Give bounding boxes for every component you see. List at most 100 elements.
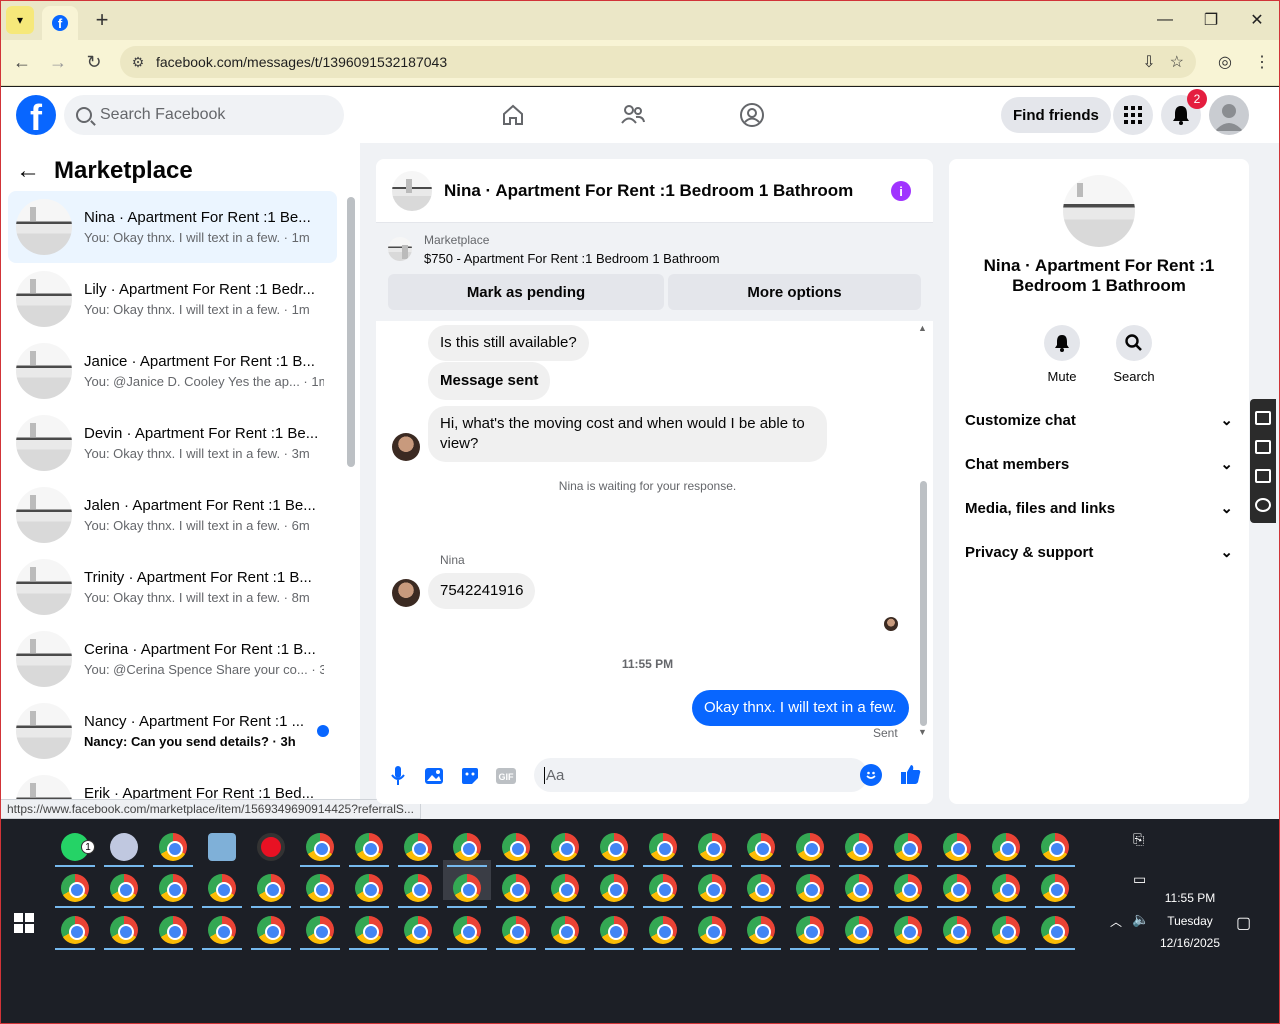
sticker-icon[interactable] <box>460 766 480 786</box>
chrome-profile-icon[interactable] <box>453 916 481 944</box>
scroll-down-icon[interactable]: ▼ <box>918 727 927 737</box>
chrome-profile-icon[interactable] <box>796 916 824 944</box>
customize-chat-row[interactable]: Customize chat ⌄ <box>965 398 1233 442</box>
search-input[interactable]: Search Facebook <box>64 95 344 135</box>
chat-title[interactable]: Nina · Apartment For Rent :1 Bedroom 1 B… <box>444 181 853 201</box>
minimize-button[interactable]: — <box>1142 0 1188 40</box>
chrome-profile-icon[interactable] <box>110 916 138 944</box>
conversation-item[interactable]: Trinity · Apartment For Rent :1 B... You:… <box>8 551 337 623</box>
scroll-up-icon[interactable]: ▲ <box>918 323 927 333</box>
conversation-item[interactable]: Lily · Apartment For Rent :1 Bedr... You:… <box>8 263 337 335</box>
chat-members-row[interactable]: Chat members ⌄ <box>965 442 1233 486</box>
restore-button[interactable]: ❐ <box>1188 0 1234 40</box>
show-hidden-icons-chevron-icon[interactable]: ︿ <box>1110 913 1122 930</box>
chrome-profile-icon[interactable] <box>698 833 726 861</box>
chat-scrollbar[interactable] <box>920 481 927 726</box>
chrome-profile-icon[interactable] <box>502 874 530 902</box>
chrome-profile-icon[interactable] <box>698 874 726 902</box>
reload-button[interactable]: ↻ <box>76 52 112 73</box>
chrome-profile-icon[interactable] <box>600 833 628 861</box>
chrome-profile-icon[interactable] <box>845 916 873 944</box>
browser-tab-facebook[interactable]: f <box>42 6 78 40</box>
chat-avatar[interactable] <box>392 170 432 211</box>
thumbs-up-icon[interactable] <box>900 763 922 785</box>
menu-grid-icon[interactable] <box>1113 95 1153 135</box>
conversation-item[interactable]: Jalen · Apartment For Rent :1 Be... You: … <box>8 479 337 551</box>
chrome-profile-icon[interactable] <box>306 874 334 902</box>
conversation-item[interactable]: Devin · Apartment For Rent :1 Be... You: … <box>8 407 337 479</box>
chrome-profile-icon[interactable] <box>992 916 1020 944</box>
conversation-item[interactable]: Janice · Apartment For Rent :1 B... You: … <box>8 335 337 407</box>
chrome-profile-icon[interactable] <box>355 916 383 944</box>
photo-icon[interactable] <box>424 766 444 786</box>
search-in-conversation-button[interactable]: Search <box>1104 325 1164 384</box>
close-window-button[interactable]: ✕ <box>1234 0 1280 40</box>
install-app-icon[interactable]: ⇩ <box>1142 52 1155 72</box>
snipping-tool-icon[interactable] <box>110 833 138 861</box>
new-tab-button[interactable]: + <box>88 7 116 33</box>
chrome-profile-icon[interactable] <box>649 874 677 902</box>
chrome-profile-icon[interactable] <box>943 916 971 944</box>
chrome-profile-icon[interactable] <box>894 916 922 944</box>
meet-now-icon[interactable]: ⎘ <box>1133 831 1144 848</box>
chrome-profile-icon[interactable] <box>894 833 922 861</box>
mute-button[interactable]: Mute <box>1032 325 1092 384</box>
emoji-icon[interactable] <box>860 764 882 786</box>
chrome-profile-icon[interactable] <box>600 874 628 902</box>
account-avatar[interactable] <box>1209 95 1249 135</box>
settings-gear-icon[interactable] <box>1255 497 1271 512</box>
notifications-button[interactable]: 2 <box>1161 89 1207 135</box>
chrome-profile-icon[interactable] <box>502 916 530 944</box>
find-friends-button[interactable]: Find friends <box>1001 97 1111 133</box>
more-options-button[interactable]: More options <box>668 274 921 310</box>
chrome-profile-icon[interactable] <box>796 874 824 902</box>
conversation-item[interactable]: Nina · Apartment For Rent :1 Be... You: O… <box>8 191 337 263</box>
home-icon[interactable] <box>497 99 529 131</box>
chrome-profile-icon[interactable] <box>159 916 187 944</box>
chrome-profile-icon[interactable] <box>453 874 481 902</box>
chrome-profile-icon[interactable] <box>600 916 628 944</box>
conversation-item[interactable]: Cerina · Apartment For Rent :1 B... You: … <box>8 623 337 695</box>
privacy-support-row[interactable]: Privacy & support ⌄ <box>965 530 1233 574</box>
chrome-profile-icon[interactable] <box>992 833 1020 861</box>
chrome-profile-icon[interactable] <box>208 874 236 902</box>
notification-center-icon[interactable]: ▢ <box>1236 913 1251 933</box>
record-icon[interactable] <box>257 833 285 861</box>
message-input[interactable]: Aa <box>534 758 868 792</box>
chrome-profile-icon[interactable] <box>306 916 334 944</box>
chrome-profile-icon[interactable] <box>747 833 775 861</box>
media-files-links-row[interactable]: Media, files and links ⌄ <box>965 486 1233 530</box>
chrome-profile-icon[interactable] <box>1041 833 1069 861</box>
back-button[interactable]: ← <box>4 52 40 73</box>
listing-thumbnail[interactable] <box>388 237 412 261</box>
forward-button[interactable]: → <box>40 52 76 73</box>
volume-icon[interactable]: 🔈 <box>1132 911 1149 928</box>
chrome-profile-icon[interactable] <box>747 874 775 902</box>
conversation-item[interactable]: Nancy · Apartment For Rent :1 ... Nancy: … <box>8 695 337 767</box>
camera-icon[interactable] <box>1255 410 1271 425</box>
sender-avatar[interactable] <box>392 433 420 461</box>
chrome-profile-icon[interactable] <box>404 874 432 902</box>
chrome-profile-icon[interactable] <box>208 916 236 944</box>
browser-menu-icon[interactable]: ⋮ <box>1254 52 1270 72</box>
chrome-profile-icon[interactable] <box>796 833 824 861</box>
chrome-profile-icon[interactable] <box>1041 916 1069 944</box>
chrome-profile-icon[interactable] <box>453 833 481 861</box>
facebook-logo-icon[interactable]: f <box>16 95 56 135</box>
windows-start-icon[interactable] <box>14 913 34 933</box>
chrome-profile-icon[interactable] <box>257 916 285 944</box>
notepad-icon[interactable] <box>208 833 236 861</box>
chrome-profile-icon[interactable] <box>747 916 775 944</box>
chrome-profile-icon[interactable] <box>894 874 922 902</box>
chrome-profile-icon[interactable] <box>845 833 873 861</box>
profile-icon[interactable]: ◎ <box>1218 52 1232 72</box>
mark-as-pending-button[interactable]: Mark as pending <box>388 274 664 310</box>
chrome-profile-icon[interactable] <box>649 916 677 944</box>
chrome-profile-icon[interactable] <box>943 833 971 861</box>
chrome-profile-icon[interactable] <box>698 916 726 944</box>
chrome-profile-icon[interactable] <box>61 874 89 902</box>
chrome-profile-icon[interactable] <box>992 874 1020 902</box>
chrome-profile-icon[interactable] <box>404 916 432 944</box>
windows-icon[interactable] <box>1255 468 1271 483</box>
chrome-profile-icon[interactable] <box>306 833 334 861</box>
